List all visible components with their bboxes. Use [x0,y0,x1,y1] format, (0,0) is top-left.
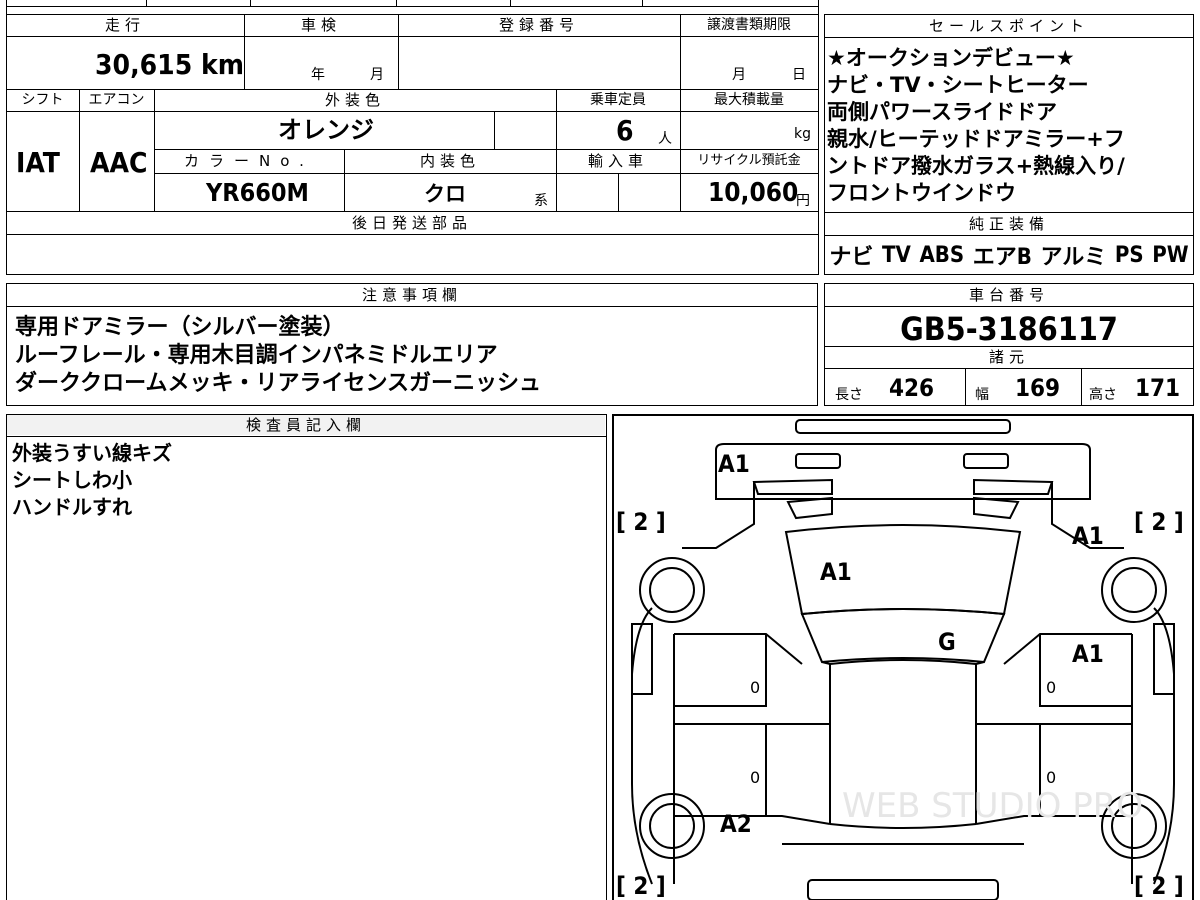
mileage-value: 30,615 km [95,48,244,81]
capacity-header: 乗車定員 [590,92,646,108]
watermark: WEB STUDIO PRO [842,786,1144,826]
recycle-unit: 円 [796,193,810,209]
sales-point-line-1: ★オークションデビュー★ [827,46,1075,70]
equipment-alloy: アルミ [1040,245,1107,270]
inspector-line-3: ハンドルすれ [12,495,132,519]
tread-rear-left: 0 [750,768,761,787]
tire-label-rear-left: [ 2 ] [616,872,666,900]
interior-color-suffix: 系 [534,193,548,209]
inspector-header: 検査員記入欄 [7,415,605,435]
recycle-header: リサイクル預託金 [697,153,801,168]
notes-panel: 注意事項欄 専用ドアミラー（シルバー塗装） ルーフレール・専用木目調インパネミド… [6,283,818,406]
equipment-airbag: エアB [972,245,1032,270]
inspector-line-1: 外装うすい線キズ [12,441,172,465]
chassis-header: 車台番号 [968,286,1049,304]
equipment-navi: ナビ [829,245,874,270]
chassis-number: GB5-3186117 [900,310,1118,348]
mark-a1-hood: A1 [820,558,852,586]
tire-label-front-right: [ 2 ] [1134,508,1184,536]
inspector-line-2: シートしわ小 [12,468,132,492]
spec-width-value: 169 [1015,374,1061,402]
inspection-header: 車検 [300,16,341,34]
genuine-equipment-list: ナビ TV ABS エアB アルミ PS PW [825,239,1193,271]
mark-a1-right-front: A1 [1072,522,1104,550]
spec-length-value: 426 [889,374,935,402]
car-body-diagram [612,414,1194,900]
sales-point-line-2: ナビ・TV・シートヒーター [827,73,1089,97]
interior-color-header: 内装色 [419,152,480,170]
mark-g-windshield: G [938,628,956,656]
mark-a1-top: A1 [718,450,750,478]
exterior-color-value: オレンジ [278,116,374,144]
equipment-abs: ABS [919,242,965,268]
car-diagram-panel: A1 A1 A1 A1 G A2 [ 2 ] [ 2 ] [ 2 ] [ 2 ]… [612,414,1194,900]
notes-line-3: ダーククロームメッキ・リアライセンスガーニッシュ [15,371,542,396]
exterior-color-header: 外装色 [324,91,385,109]
max-load-header: 最大積載量 [714,92,784,108]
notes-line-1: 専用ドアミラー（シルバー塗装） [15,315,345,340]
capacity-value: 6 [616,114,634,147]
transfer-deadline-header: 譲渡書類期限 [707,17,791,33]
notes-header: 注意事項欄 [361,286,462,304]
capacity-unit: 人 [658,131,672,147]
tread-front-left: 0 [750,678,761,697]
shift-value: IAT [16,146,60,179]
inspector-panel: 検査員記入欄 外装うすい線キズ シートしわ小 ハンドルすれ [6,414,607,900]
color-no-header: カラーNo. [184,152,314,170]
specs-header: 諸元 [988,348,1029,366]
equipment-tv: TV [881,242,911,268]
top-info-grid: 走行 車検 登録番号 譲渡書類期限 30,615 km 年 月 月 日 シフト … [6,0,819,275]
spec-height-label: 高さ [1089,387,1117,403]
sales-point-line-4: 親水/ヒーテッドドアミラー+フ [827,127,1125,151]
aircon-header: エアコン [88,92,145,108]
mileage-header: 走行 [104,16,145,34]
spec-width-label: 幅 [975,387,989,403]
sales-point-line-5: ントドア撥水ガラス+熱線入り/ [827,154,1125,178]
equipment-pw: PW [1152,242,1189,268]
chassis-specs-panel: 車台番号 GB5-3186117 諸元 長さ 426 幅 169 高さ 171 [824,283,1194,406]
shift-header: シフト [21,92,64,108]
color-no-value: YR660M [206,178,309,207]
spec-height-value: 171 [1135,374,1181,402]
sales-point-line-6: フロントウインドウ [827,181,1016,205]
tread-rear-right: 0 [1046,768,1057,787]
sales-points-panel: セールスポイント ★オークションデビュー★ ナビ・TV・シートヒーター 両側パワ… [824,14,1194,275]
mark-a2-left-rear: A2 [720,810,752,838]
mark-a1-right-mid: A1 [1072,640,1104,668]
recycle-value: 10,060 [708,178,799,208]
sales-points-header: セールスポイント [928,17,1089,35]
inspection-month-unit: 月 [370,67,384,83]
deadline-month-unit: 月 [732,67,746,83]
spec-length-label: 長さ [835,387,863,403]
equipment-ps: PS [1114,242,1144,268]
deadline-day-unit: 日 [792,67,806,83]
import-header: 輸入車 [587,152,648,170]
sales-point-line-3: 両側パワースライドドア [827,100,1057,124]
registration-header: 登録番号 [498,16,579,34]
max-load-unit: kg [794,126,811,142]
inspection-year-unit: 年 [311,67,325,83]
tire-label-front-left: [ 2 ] [616,508,666,536]
genuine-equipment-header: 純正装備 [968,215,1049,233]
interior-color-value: クロ [424,182,466,206]
notes-line-2: ルーフレール・専用木目調インパネミドルエリア [15,343,498,368]
later-parts-header: 後日発送部品 [351,214,472,232]
tire-label-rear-right: [ 2 ] [1134,872,1184,900]
tread-front-right: 0 [1046,678,1057,697]
aircon-value: AAC [90,146,148,179]
